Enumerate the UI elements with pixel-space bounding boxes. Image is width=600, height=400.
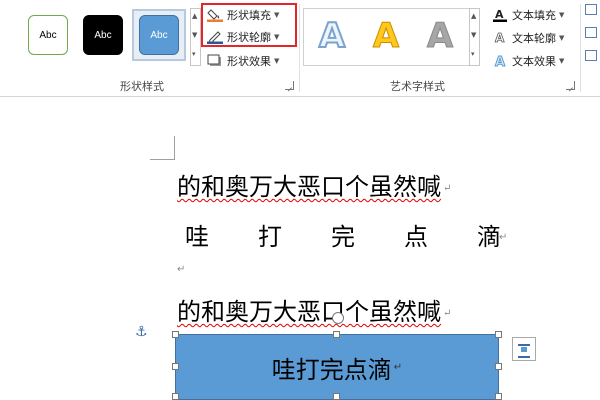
resize-handle-s[interactable] — [333, 393, 340, 400]
paragraph-2-char: 点 — [404, 223, 428, 251]
scroll-up-icon[interactable]: ▲ — [192, 12, 197, 20]
shape-effects-button[interactable]: 形状效果 ▼ — [207, 51, 279, 71]
text-effects-button[interactable]: A 文本效果 ▼ — [492, 51, 565, 71]
create-link-icon[interactable] — [585, 50, 597, 61]
group-separator — [299, 4, 300, 92]
paragraph-mark-icon: ↵ — [499, 232, 508, 243]
scroll-down-icon[interactable]: ▼ — [192, 31, 197, 39]
shape-styles-group-label: 形状样式 — [120, 80, 164, 93]
chevron-down-icon: ▼ — [274, 57, 280, 65]
text-outline-icon: A — [492, 31, 508, 46]
layout-options-button[interactable] — [512, 337, 536, 361]
shape-style-swatch-blue[interactable]: Abc — [139, 15, 179, 55]
paragraph-2-char: 打 — [258, 223, 282, 251]
align-text-icon[interactable] — [585, 27, 597, 38]
scroll-down-icon[interactable]: ▼ — [471, 31, 476, 39]
text-fill-label: 文本填充 — [512, 9, 556, 22]
paragraph-mark-icon: ↵ — [177, 264, 186, 275]
shape-styles-gallery-scroll[interactable]: ▲ ▼ ▾ — [190, 8, 201, 66]
resize-handle-se[interactable] — [495, 393, 502, 400]
paragraph-1-text: 的和奥万大恶口个虽然喊 — [177, 173, 441, 201]
paragraph-2-char: 滴 — [477, 223, 501, 251]
svg-text:A: A — [495, 31, 505, 45]
resize-handle-nw[interactable] — [172, 331, 179, 338]
resize-handle-w[interactable] — [172, 363, 179, 370]
resize-handle-sw[interactable] — [172, 393, 179, 400]
paragraph-1[interactable]: 的和奥万大恶口个虽然喊 ↵ — [177, 167, 451, 202]
resize-handle-ne[interactable] — [495, 331, 502, 338]
paragraph-mark-icon: ↵ — [393, 361, 403, 373]
chevron-down-icon: ▼ — [559, 57, 565, 65]
shape-style-swatch-black[interactable]: Abc — [83, 15, 123, 55]
text-outline-label: 文本轮廓 — [512, 32, 556, 45]
shape-effects-label: 形状效果 — [227, 55, 271, 68]
arrange-group-partial — [585, 4, 600, 84]
gallery-more-icon[interactable]: ▾ — [471, 50, 475, 58]
gallery-more-icon[interactable]: ▾ — [192, 50, 196, 58]
group-separator — [580, 4, 581, 92]
wordart-sample-gold[interactable]: A — [366, 14, 406, 58]
wordart-gallery-scroll[interactable]: ▲ ▼ ▾ — [469, 8, 480, 66]
wordart-sample-outline[interactable]: A — [312, 14, 352, 58]
text-fill-icon: A — [492, 8, 508, 22]
svg-text:A: A — [495, 8, 504, 21]
highlight-box — [201, 3, 297, 47]
text-outline-button[interactable]: A 文本轮廓 ▼ — [492, 28, 565, 48]
paragraph-mark-icon: ↵ — [443, 183, 452, 194]
paragraph-mark-icon: ↵ — [443, 308, 452, 319]
paragraph-2-char: 哇 — [185, 223, 209, 251]
svg-text:A: A — [495, 55, 505, 68]
resize-handle-n[interactable] — [333, 331, 340, 338]
wordart-sample-gray[interactable]: A — [420, 14, 460, 58]
anchor-icon[interactable]: ⚓ — [135, 324, 148, 340]
rotation-handle[interactable] — [332, 312, 344, 324]
shape-effects-icon — [207, 54, 223, 68]
paragraph-4[interactable]: 的和奥万大恶口个虽然喊 ↵ — [177, 292, 451, 327]
text-direction-icon[interactable] — [585, 4, 597, 15]
text-effects-label: 文本效果 — [512, 55, 556, 68]
shape-text: 哇打完点滴 — [271, 355, 392, 384]
chevron-down-icon: ▼ — [559, 11, 565, 19]
wordart-styles-launcher-icon[interactable] — [566, 81, 575, 90]
paragraph-2-char: 完 — [331, 223, 355, 251]
paragraph-4-text: 的和奥万大恶口个虽然喊 — [177, 298, 441, 326]
text-fill-button[interactable]: A 文本填充 ▼ — [492, 5, 564, 25]
resize-handle-e[interactable] — [495, 363, 502, 370]
scroll-up-icon[interactable]: ▲ — [471, 12, 476, 20]
ribbon: Abc Abc Abc ▲ ▼ ▾ 形状填充 ▼ 形状轮廓 ▼ 形状效果 ▼ 形… — [0, 0, 600, 97]
shape-styles-launcher-icon[interactable] — [285, 81, 294, 90]
wordart-styles-group-label: 艺术字样式 — [390, 80, 445, 93]
chevron-down-icon: ▼ — [559, 34, 565, 42]
paragraph-2[interactable]: 哇 打 完 点 滴 — [185, 217, 501, 252]
text-effects-icon: A — [492, 54, 508, 71]
text-box-shape[interactable]: 哇打完点滴 ↵ — [175, 334, 499, 400]
margin-corner-mark — [150, 136, 175, 160]
shape-style-swatch-outline[interactable]: Abc — [28, 15, 68, 55]
